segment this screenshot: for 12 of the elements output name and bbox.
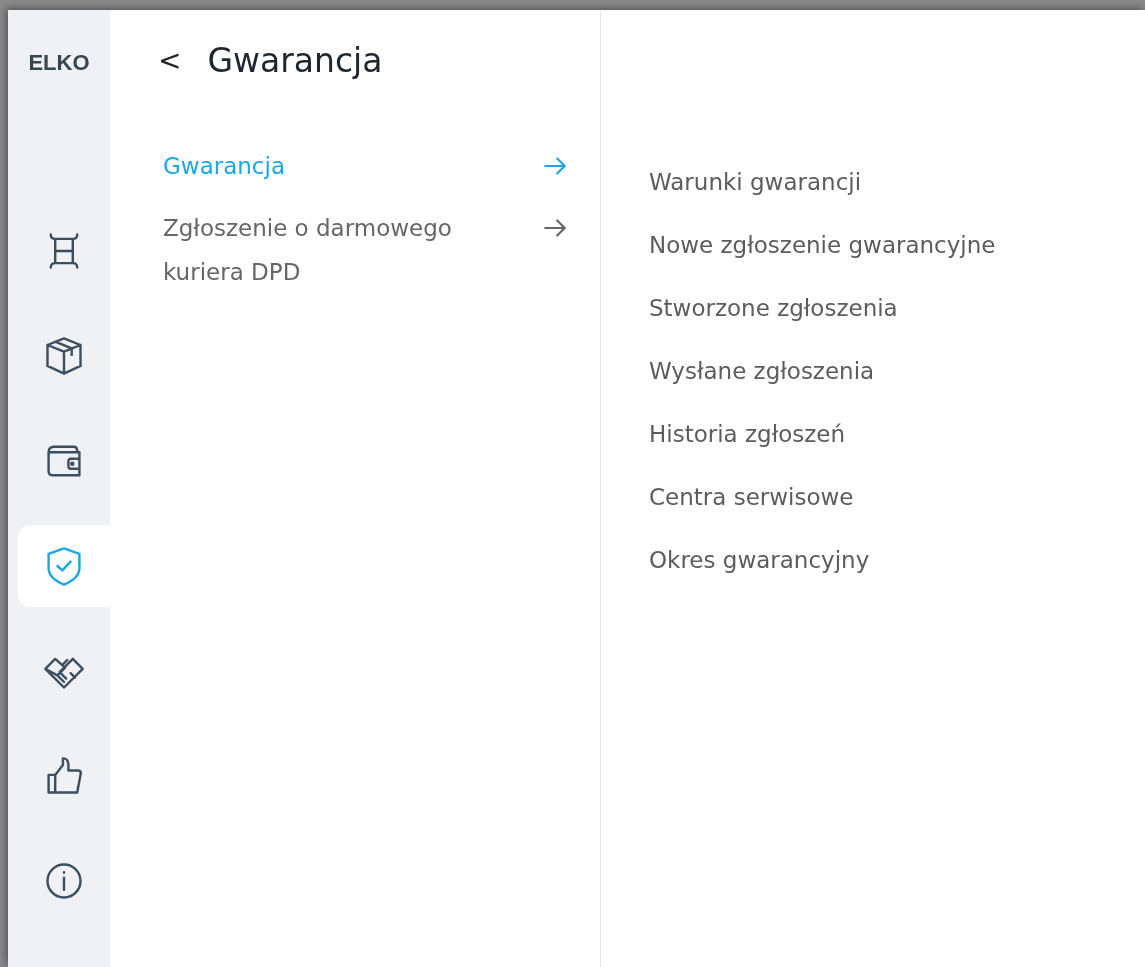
submenu-link[interactable]: Nowe zgłoszenie gwarancyjne — [649, 223, 996, 267]
page-title: Gwarancja — [207, 40, 383, 80]
nav-shield-button[interactable] — [18, 525, 110, 607]
back-button[interactable]: < — [158, 43, 182, 77]
submenu-link[interactable]: Okres gwarancyjny — [649, 538, 996, 582]
submenu-link[interactable]: Centra serwisowe — [649, 475, 996, 519]
submenu-link[interactable]: Wysłane zgłoszenia — [649, 349, 996, 393]
submenu-link[interactable]: Stworzone zgłoszenia — [649, 286, 996, 330]
logo: ELKO — [28, 50, 90, 76]
submenu-link[interactable]: Warunki gwarancji — [649, 160, 996, 204]
menu-item[interactable]: Zgłoszenie o darmowego kuriera DPD — [163, 206, 568, 294]
submenu-link[interactable]: Historia zgłoszeń — [649, 412, 996, 456]
